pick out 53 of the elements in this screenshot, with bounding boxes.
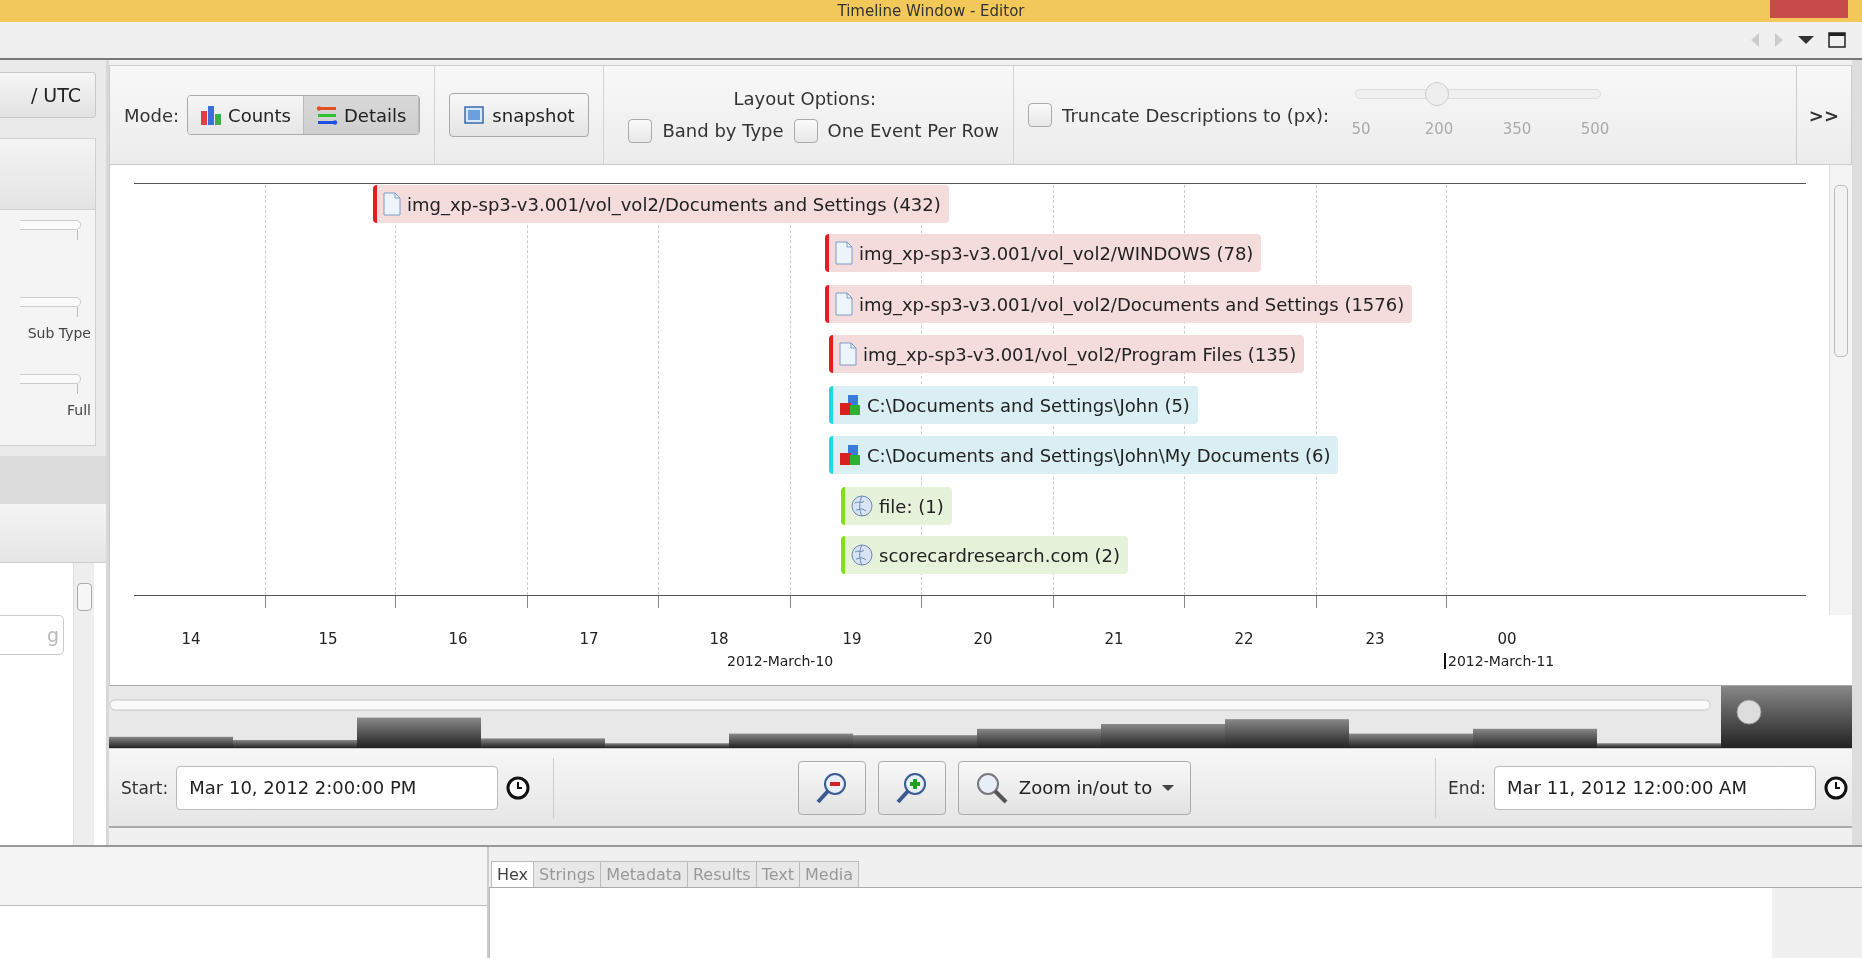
event-label: scorecardresearch.com (2) (879, 544, 1121, 566)
viewer-tab[interactable]: Hex (491, 861, 535, 887)
event-label: C:\Documents and Settings\John (5) (867, 394, 1190, 416)
axis-label: 17 (578, 630, 600, 648)
axis-label: 00 (1496, 630, 1518, 648)
slider-label: Full (67, 402, 91, 418)
event-label: img_xp-sp3-v3.001/vol_vol2/WINDOWS (78) (859, 242, 1254, 264)
date-field[interactable]: Mar 11, 2012 12:00:00 AM (1494, 765, 1816, 810)
event-label: file: (1) (879, 495, 944, 517)
start-label: Start: (121, 777, 169, 798)
slider-label: Sub Type (27, 325, 91, 341)
more-button[interactable]: >> (1795, 66, 1851, 164)
date-label: 2012-March-11 (1444, 653, 1555, 669)
tick-label: 200 (1423, 120, 1455, 138)
event-bar[interactable]: file: (1) (841, 487, 952, 525)
date-field[interactable]: Mar 10, 2012 2:00:00 PM (176, 765, 499, 810)
event-bar[interactable]: img_xp-sp3-v3.001/vol_vol2/Documents and Settings (432) (373, 185, 949, 223)
event-label: img_xp-sp3-v3.001/vol_vol2/Documents and Settings (1576) (859, 293, 1405, 315)
tick-label: 50 (1350, 120, 1372, 138)
axis-label: 15 (317, 630, 339, 648)
date-label: 2012-March-10 (727, 653, 834, 669)
event-bar[interactable]: scorecardresearch.com (2) (841, 536, 1129, 574)
axis-label: 22 (1233, 630, 1255, 648)
event-label: img_xp-sp3-v3.001/vol_vol2/Program Files (135) (863, 343, 1297, 365)
event-bar[interactable]: img_xp-sp3-v3.001/vol_vol2/WINDOWS (78) (825, 234, 1262, 272)
event-bar[interactable]: C:\Documents and Settings\John (5) (829, 386, 1198, 424)
axis-label: 23 (1364, 630, 1386, 648)
axis-label: 20 (972, 630, 994, 648)
zoom-menu[interactable]: Zoom in/out to (957, 760, 1192, 815)
end-label: End: (1447, 777, 1486, 798)
event-bar[interactable]: img_xp-sp3-v3.001/vol_vol2/Program Files (135) (829, 335, 1305, 373)
tick-label: 500 (1579, 120, 1611, 138)
snapshot-button[interactable]: snapshot (449, 93, 590, 137)
axis-label: 18 (708, 630, 730, 648)
mode-button[interactable]: Counts (188, 96, 304, 134)
window-title: Timeline Window - Editor (837, 2, 1025, 20)
mode-button[interactable]: Details (303, 96, 420, 134)
axis-label: 16 (447, 630, 469, 648)
event-bar[interactable]: img_xp-sp3-v3.001/vol_vol2/Documents and Settings (1576) (825, 285, 1413, 323)
axis-label: 19 (841, 630, 863, 648)
axis-label: 14 (180, 630, 202, 648)
checkbox[interactable]: One Event Per Row (793, 118, 1000, 143)
timezone-button[interactable]: / UTC (0, 72, 96, 118)
tick-label: 350 (1501, 120, 1533, 138)
axis-label: 21 (1103, 630, 1125, 648)
event-bar[interactable]: C:\Documents and Settings\John\My Documents (6) (829, 436, 1339, 474)
section-title: Layout Options: (733, 87, 876, 109)
checkbox[interactable]: Band by Type (628, 118, 784, 143)
checkbox[interactable]: Truncate Descriptions to (px): (1028, 103, 1329, 127)
mode-label: Mode: (124, 104, 180, 126)
event-label: C:\Documents and Settings\John\My Documents (6) (867, 444, 1331, 466)
event-label: img_xp-sp3-v3.001/vol_vol2/Documents and Settings (432) (407, 193, 941, 215)
filter-field[interactable]: g (0, 615, 64, 655)
